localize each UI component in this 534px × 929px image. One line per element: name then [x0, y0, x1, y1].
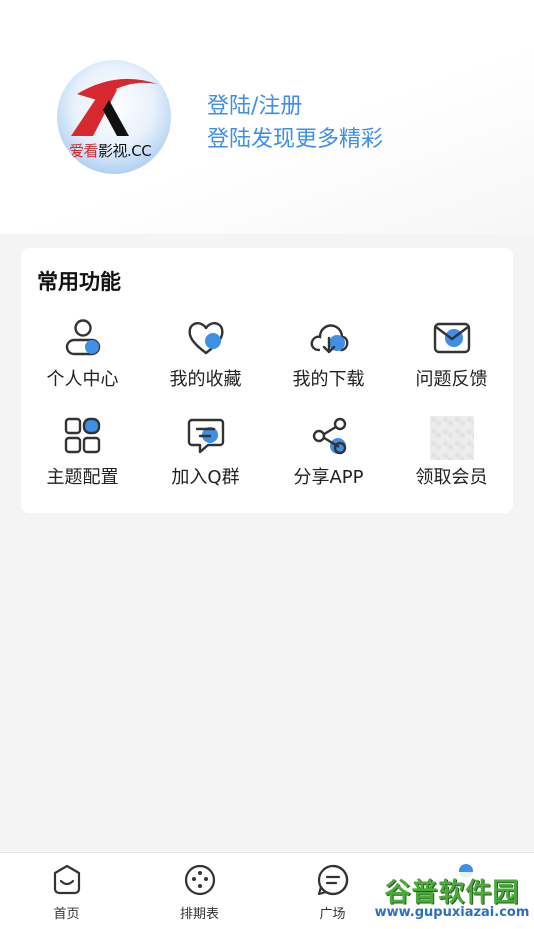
grid-item-feedback[interactable]: 问题反馈: [390, 318, 513, 398]
home-icon: [53, 864, 81, 895]
grid-item-label: 个人中心: [46, 369, 119, 390]
profile-header: 爱看影视.CC 登陆/注册 登陆发现更多精彩: [0, 0, 534, 234]
login-register-link[interactable]: 登陆/注册: [207, 88, 302, 120]
grid-item-label: 领取会员: [415, 467, 488, 488]
grid-item-theme[interactable]: 主题配置: [21, 416, 144, 496]
image-placeholder-icon: [430, 416, 474, 460]
common-functions-card: 常用功能 个人中心 我的收藏 我的下载 问题反馈 主题配置 加入Q群 分享APP…: [21, 248, 513, 513]
grid-item-label: 加入Q群: [171, 467, 240, 488]
tab-home[interactable]: 首页: [0, 853, 133, 929]
heart-icon: [188, 322, 224, 355]
tab-label: 排期表: [179, 907, 219, 922]
grid-item-join-group[interactable]: 加入Q群: [144, 416, 267, 496]
grid-icon: [64, 417, 101, 454]
grid-item-user-center[interactable]: 个人中心: [21, 318, 144, 398]
watermark-main: 谷普软件园: [384, 878, 520, 908]
grid-item-label: 我的下载: [292, 369, 365, 390]
grid-item-label: 问题反馈: [415, 369, 488, 390]
logo-text: 爱看影视.CC: [69, 142, 152, 160]
mail-icon: [433, 322, 471, 354]
avatar[interactable]: 爱看影视.CC: [57, 60, 171, 174]
grid-item-label: 我的收藏: [169, 369, 242, 390]
schedule-icon: [184, 864, 216, 896]
share-icon: [312, 417, 347, 455]
chat-icon: [187, 418, 225, 454]
grid-item-share[interactable]: 分享APP: [267, 416, 390, 496]
section-title: 常用功能: [37, 270, 121, 294]
grid-item-downloads[interactable]: 我的下载: [267, 318, 390, 398]
tab-label: 首页: [53, 907, 80, 922]
grid-item-vip[interactable]: 领取会员: [390, 416, 513, 496]
grid-item-label: 主题配置: [46, 467, 119, 488]
watermark: 谷普软件园 www.gupuxiazai.com: [372, 872, 532, 924]
grid-item-favorites[interactable]: 我的收藏: [144, 318, 267, 398]
grid-item-label: 分享APP: [293, 467, 364, 488]
login-subtitle: 登陆发现更多精彩: [207, 127, 384, 152]
cloud-download-icon: [310, 324, 349, 354]
watermark-url: www.gupuxiazai.com: [374, 905, 530, 920]
square-icon: [317, 864, 349, 896]
tab-schedule[interactable]: 排期表: [133, 853, 266, 929]
user-icon: [65, 319, 101, 356]
